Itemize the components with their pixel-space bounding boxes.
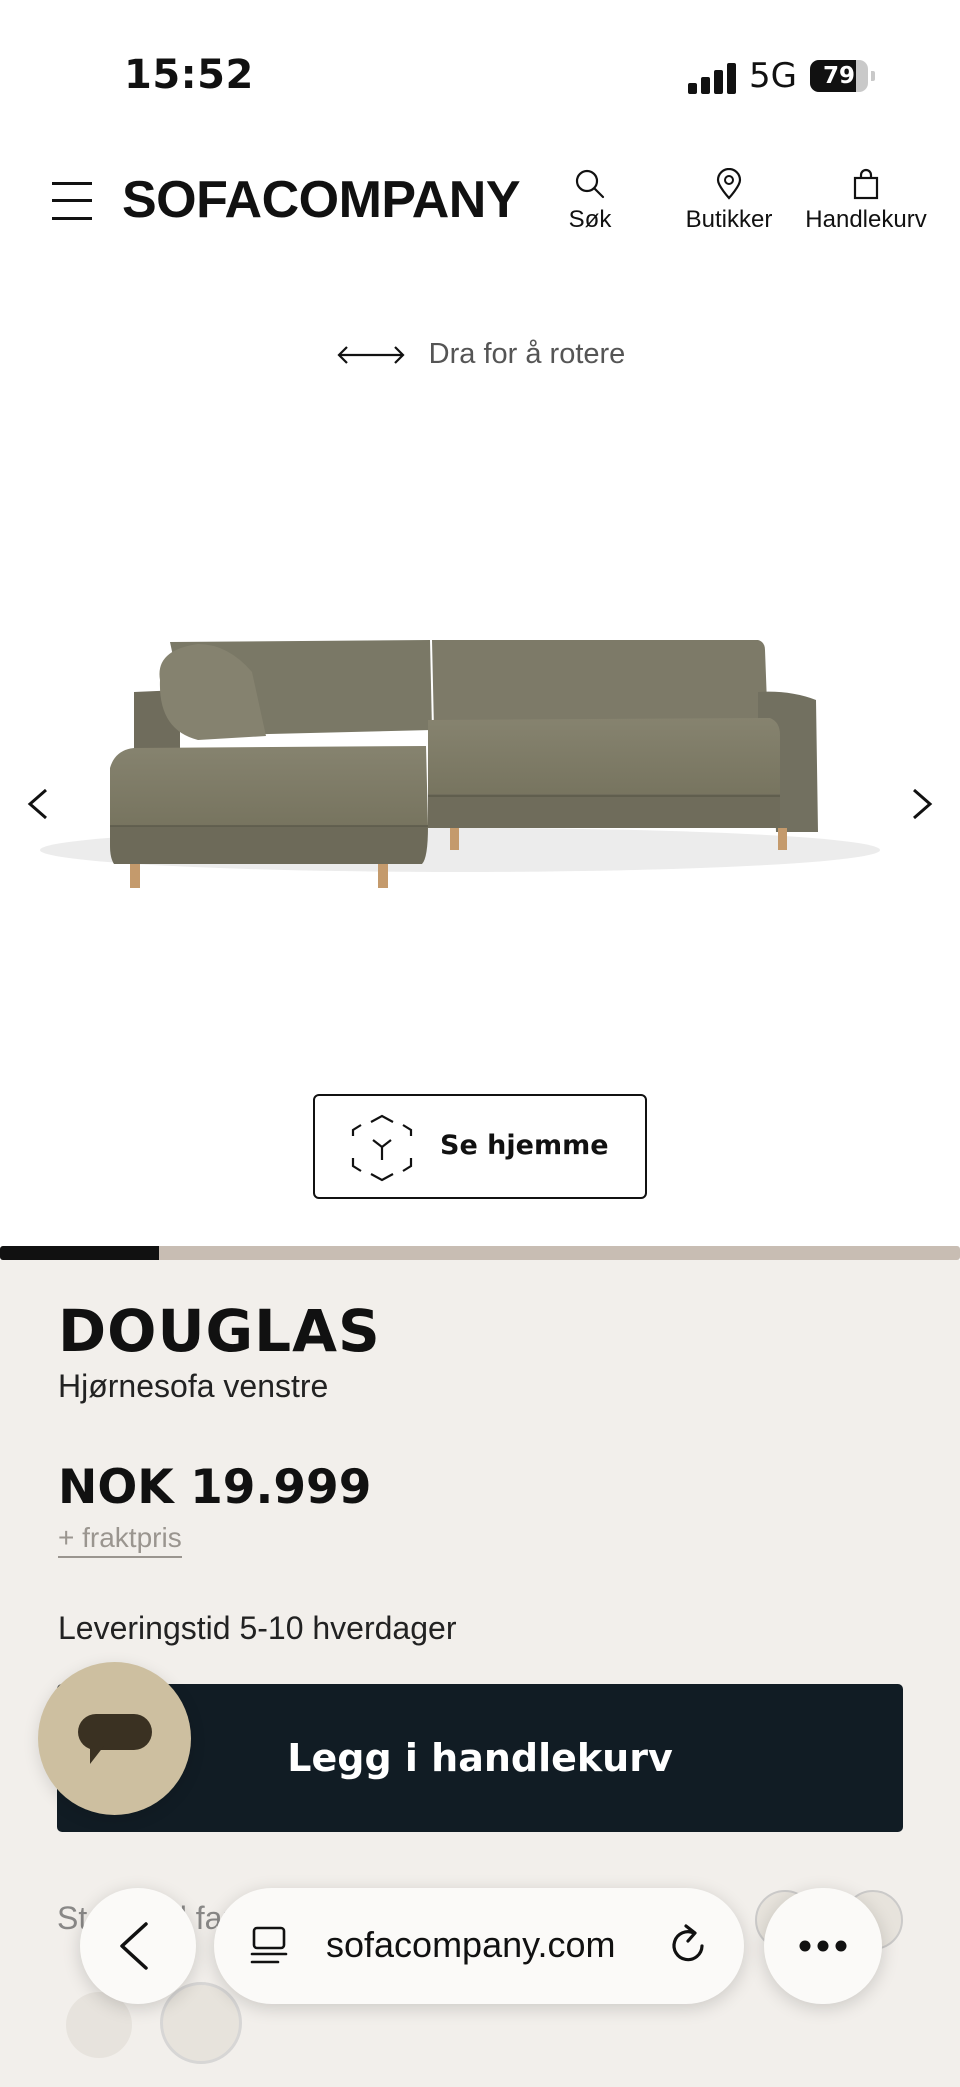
hamburger-icon[interactable] bbox=[52, 180, 92, 222]
chevron-right-icon[interactable] bbox=[902, 782, 942, 826]
search-icon bbox=[575, 169, 605, 199]
product-price: NOK 19.999 bbox=[58, 1460, 372, 1515]
nav-search-label: Søk bbox=[568, 206, 612, 233]
location-pin-icon bbox=[716, 168, 742, 200]
shopping-bag-icon bbox=[853, 168, 879, 200]
status-time: 15:52 bbox=[124, 52, 254, 98]
browser-toolbar: sofacompany.com bbox=[0, 1888, 960, 2028]
nav-stores[interactable]: Butikker bbox=[678, 168, 780, 234]
battery-level: 79 bbox=[822, 63, 855, 89]
browser-address-bar[interactable]: sofacompany.com bbox=[214, 1888, 744, 2004]
rotate-hint-label: Dra for å rotere bbox=[428, 338, 626, 370]
see-at-home-label: Se hjemme bbox=[440, 1130, 609, 1161]
product-name: DOUGLAS bbox=[58, 1297, 381, 1365]
site-header: SOFACOMPANY Søk Butikker Handlekurv bbox=[0, 150, 960, 250]
product-image-sofa[interactable] bbox=[30, 600, 890, 920]
rotate-hint: Dra for å rotere bbox=[0, 338, 960, 371]
signal-icon bbox=[688, 62, 736, 94]
reload-icon[interactable] bbox=[664, 1922, 712, 1970]
see-at-home-button[interactable]: Se hjemme bbox=[313, 1094, 647, 1199]
nav-cart-label: Handlekurv bbox=[805, 206, 927, 233]
reader-mode-icon[interactable] bbox=[248, 1924, 292, 1968]
battery-icon: 79 bbox=[810, 60, 875, 92]
browser-more-button[interactable] bbox=[764, 1888, 882, 2004]
chat-bubble-icon bbox=[78, 1714, 152, 1764]
gallery-progress bbox=[0, 1246, 960, 1260]
site-logo[interactable]: SOFACOMPANY bbox=[122, 170, 521, 230]
product-subtitle: Hjørnesofa venstre bbox=[58, 1368, 329, 1404]
nav-stores-label: Butikker bbox=[685, 206, 773, 233]
status-bar: 15:52 5G 79 bbox=[0, 0, 960, 130]
gallery-progress-fill bbox=[0, 1246, 160, 1260]
shipping-link[interactable]: + fraktpris bbox=[58, 1522, 182, 1558]
rotate-arrow-icon bbox=[337, 346, 405, 365]
browser-back-button[interactable] bbox=[80, 1888, 196, 2004]
chat-button[interactable] bbox=[38, 1662, 191, 1815]
browser-url: sofacompany.com bbox=[326, 1924, 616, 1965]
ar-cube-icon bbox=[351, 1114, 413, 1182]
nav-search[interactable]: Søk bbox=[555, 168, 625, 234]
delivery-time: Leveringstid 5-10 hverdager bbox=[58, 1610, 457, 1646]
chevron-left-icon bbox=[120, 1922, 148, 1970]
network-label: 5G bbox=[749, 56, 797, 96]
nav-cart[interactable]: Handlekurv bbox=[799, 168, 933, 234]
more-dots-icon bbox=[799, 1940, 847, 1952]
